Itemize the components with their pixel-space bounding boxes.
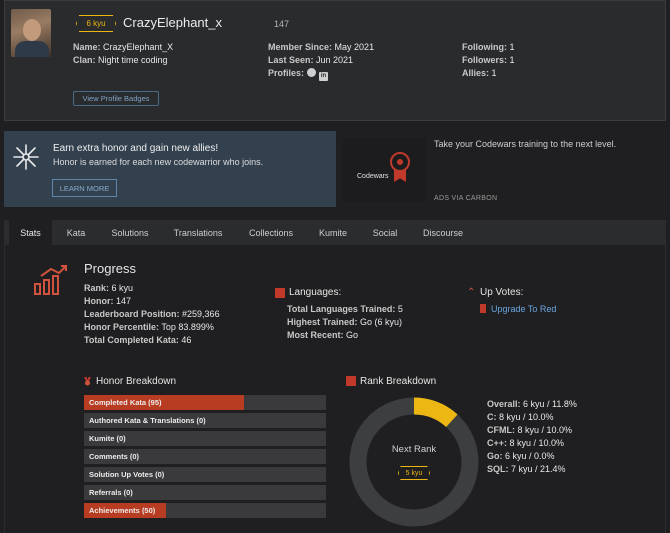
upgrade-to-red-link[interactable]: Upgrade To Red — [491, 304, 556, 314]
medal-icon — [84, 377, 91, 386]
rank-progress-donut — [349, 397, 479, 527]
view-profile-badges-button[interactable]: View Profile Badges — [73, 91, 159, 106]
rank-language-value: 7 kyu / 21.4% — [511, 464, 566, 474]
honor-bar: Authored Kata & Translations (0) — [84, 413, 326, 428]
honor-bar: Solution Up Votes (0) — [84, 467, 326, 482]
rank-list-item: C: 8 kyu / 10.0% — [487, 412, 554, 422]
languages-trained-stat: Total Languages Trained: 5 — [287, 304, 403, 314]
tab-social[interactable]: Social — [364, 220, 406, 245]
username: CrazyElephant_x — [123, 15, 222, 30]
clan-row: Clan: Night time coding — [73, 55, 168, 65]
rank-list-item: Overall: 6 kyu / 11.8% — [487, 399, 577, 409]
honor-stat: Honor: 147 — [84, 296, 132, 306]
progress-title: Progress — [84, 261, 137, 276]
next-rank-label: Next Rank — [391, 444, 437, 455]
linkedin-icon[interactable]: in — [319, 72, 329, 81]
rank-language-label: SQL: — [487, 464, 509, 474]
rank-badge: 6 kyu — [76, 15, 116, 32]
honor-bar-label: Authored Kata & Translations (0) — [89, 416, 206, 425]
rank-list-item: C++: 8 kyu / 10.0% — [487, 438, 564, 448]
honor-bar-label: Achievements (50) — [89, 506, 156, 515]
honor-bar-label: Completed Kata (95) — [89, 398, 162, 407]
highest-trained-stat: Highest Trained: Go (6 kyu) — [287, 317, 403, 327]
red-badge-icon — [480, 304, 486, 313]
ad-text[interactable]: Take your Codewars training to the next … — [434, 139, 616, 149]
rank-language-label: CFML: — [487, 425, 515, 435]
honor-count: 147 — [274, 19, 290, 29]
honor-bar-label: Referrals (0) — [89, 488, 133, 497]
honor-bar: Achievements (50) — [84, 503, 326, 518]
donut-track — [349, 397, 479, 527]
honor-bar: Completed Kata (95) — [84, 395, 326, 410]
network-icon — [13, 144, 39, 170]
rank-breakdown-icon — [346, 376, 356, 386]
rank-language-value: 8 kyu / 10.0% — [499, 412, 554, 422]
tab-kumite[interactable]: Kumite — [311, 220, 355, 245]
learn-more-button[interactable]: LEARN MORE — [52, 179, 117, 197]
rank-list-item: SQL: 7 kyu / 21.4% — [487, 464, 566, 474]
github-icon[interactable] — [307, 68, 317, 77]
rank-stat: Rank: 6 kyu — [84, 283, 134, 293]
honor-bar: Comments (0) — [84, 449, 326, 464]
tab-stats[interactable]: Stats — [9, 220, 52, 245]
completed-kata-stat: Total Completed Kata: 46 — [84, 335, 192, 345]
rank-language-value: 6 kyu / 0.0% — [505, 451, 555, 461]
rank-list-item: CFML: 8 kyu / 10.0% — [487, 425, 572, 435]
tab-kata[interactable]: Kata — [58, 220, 94, 245]
last-seen-row: Last Seen: Jun 2021 — [268, 55, 354, 65]
tab-solutions[interactable]: Solutions — [104, 220, 156, 245]
following-row: Following: 1 — [462, 42, 515, 52]
percentile-stat: Honor Percentile: Top 83.899% — [84, 322, 214, 332]
avatar — [11, 9, 51, 57]
honor-bar: Kumite (0) — [84, 431, 326, 446]
rank-language-label: C: — [487, 412, 497, 422]
name-row: Name: CrazyElephant_X — [73, 42, 174, 52]
profiles-row: Profiles: in — [268, 68, 329, 81]
honor-bar-label: Comments (0) — [89, 452, 140, 461]
rank-language-label: C++: — [487, 438, 508, 448]
honor-bar: Referrals (0) — [84, 485, 326, 500]
honor-breakdown-title: Honor Breakdown — [96, 376, 177, 387]
upvote-icon: ⌃ — [467, 287, 476, 298]
languages-title: Languages: — [289, 287, 342, 298]
honor-bar-label: Solution Up Votes (0) — [89, 470, 165, 479]
rank-list-item: Go: 6 kyu / 0.0% — [487, 451, 555, 461]
member-since-row: Member Since: May 2021 — [268, 42, 375, 52]
most-recent-stat: Most Recent: Go — [287, 330, 359, 340]
rank-language-value: 6 kyu / 11.8% — [523, 399, 577, 409]
tab-collections[interactable]: Collections — [240, 220, 302, 245]
rank-language-value: 8 kyu / 10.0% — [517, 425, 573, 435]
progress-chart-icon — [34, 265, 67, 295]
upvotes-title: Up Votes: — [480, 287, 524, 298]
followers-row: Followers: 1 — [462, 55, 515, 65]
codewars-badge-icon — [390, 152, 410, 172]
honor-bar-label: Kumite (0) — [89, 434, 126, 443]
tab-translations[interactable]: Translations — [166, 220, 230, 245]
tab-discourse[interactable]: Discourse — [415, 220, 471, 245]
languages-icon — [275, 288, 285, 298]
rank-breakdown-title: Rank Breakdown — [360, 376, 437, 387]
banner-title: Earn extra honor and gain new allies! — [53, 143, 219, 154]
leaderboard-stat: Leaderboard Position: #259,366 — [84, 309, 220, 319]
rank-language-label: Go: — [487, 451, 503, 461]
rank-language-label: Overall: — [487, 399, 521, 409]
ad-brand: Codewars — [357, 173, 389, 180]
ads-via-carbon-link[interactable]: ADS VIA CARBON — [434, 195, 497, 202]
banner-subtitle: Honor is earned for each new codewarrior… — [53, 157, 264, 167]
rank-language-value: 8 kyu / 10.0% — [509, 438, 565, 448]
allies-row: Allies: 1 — [462, 68, 497, 78]
next-rank-badge: 5 kyu — [398, 466, 430, 480]
ad-image[interactable] — [343, 138, 426, 202]
